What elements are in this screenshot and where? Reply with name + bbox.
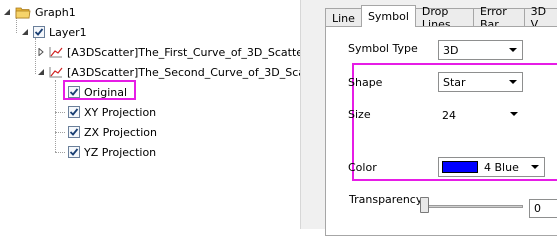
color-value: 4 Blue <box>484 160 519 174</box>
transparency-input[interactable]: 0 <box>529 199 557 218</box>
tree-item-label: Graph1 <box>35 5 76 19</box>
plot-tree-panel: Graph1 Layer1 [A3DScatter]The_First_Curv… <box>0 0 300 229</box>
symbol-type-label: Symbol Type <box>348 42 418 55</box>
size-label: Size <box>348 108 371 121</box>
collapse-arrow-icon[interactable] <box>20 28 29 37</box>
tree-connector <box>55 80 56 152</box>
transparency-slider-thumb[interactable] <box>420 197 429 213</box>
color-swatch <box>442 161 478 173</box>
tree-item-label: Layer1 <box>49 25 87 39</box>
color-dropdown[interactable]: 4 Blue <box>438 157 545 177</box>
tree-connector <box>55 132 65 133</box>
tree-item-layer[interactable]: Layer1 <box>20 24 87 40</box>
xy-projection-checkbox[interactable] <box>68 106 80 118</box>
chevron-down-icon <box>509 48 517 52</box>
tab-drop-lines[interactable]: Drop Lines <box>414 5 474 31</box>
expand-arrow-icon[interactable] <box>36 48 45 57</box>
curve-plot-icon <box>49 46 63 58</box>
collapse-arrow-icon[interactable] <box>2 8 11 17</box>
zx-projection-checkbox[interactable] <box>68 126 80 138</box>
transparency-label: Transparency <box>349 193 423 206</box>
chevron-down-icon <box>531 165 539 169</box>
symbol-type-value: 3D <box>443 43 459 57</box>
chevron-down-icon <box>510 112 518 116</box>
panel-splitter[interactable] <box>300 0 317 229</box>
tree-item-label: YZ Projection <box>84 145 157 159</box>
tree-item-label: [A3DScatter]The_Second_Curve_of_3D_Scatt… <box>67 65 300 79</box>
chevron-down-icon <box>509 80 517 84</box>
tree-item-curve[interactable]: [A3DScatter]The_Second_Curve_of_3D_Scatt… <box>36 64 300 80</box>
shape-label: Shape <box>348 76 383 89</box>
highlight-box <box>63 80 136 100</box>
plot-details-panel: Line Symbol Drop Lines Error Bar 3D V Sy… <box>317 0 557 236</box>
tab-line[interactable]: Line <box>325 8 362 27</box>
tab-symbol[interactable]: Symbol <box>360 5 416 27</box>
size-combo[interactable]: 24 <box>438 105 523 125</box>
folder-icon <box>15 6 31 19</box>
tab-3d-vector[interactable]: 3D V <box>523 5 557 31</box>
tree-item-label: [A3DScatter]The_First_Curve_of_3D_Scatte… <box>67 45 300 59</box>
tree-item-label: XY Projection <box>84 105 157 119</box>
shape-value: Star <box>443 75 466 89</box>
shape-dropdown[interactable]: Star <box>438 72 523 92</box>
tab-bar: Line Symbol Drop Lines Error Bar 3D V <box>325 5 557 31</box>
collapse-arrow-icon[interactable] <box>36 68 45 77</box>
layer-checkbox[interactable] <box>33 26 45 38</box>
transparency-slider-track[interactable] <box>423 205 523 208</box>
tree-item-yz-projection[interactable]: YZ Projection <box>68 144 156 160</box>
curve-plot-icon <box>49 66 63 78</box>
tree-item-label: ZX Projection <box>84 125 157 139</box>
tree-item-zx-projection[interactable]: ZX Projection <box>68 124 157 140</box>
size-value: 24 <box>442 108 456 122</box>
tree-item-xy-projection[interactable]: XY Projection <box>68 104 156 120</box>
tree-item-graph[interactable]: Graph1 <box>2 4 76 20</box>
tree-item-curve[interactable]: [A3DScatter]The_First_Curve_of_3D_Scatte… <box>36 44 300 60</box>
tree-connector <box>55 152 65 153</box>
yz-projection-checkbox[interactable] <box>68 146 80 158</box>
tree-connector <box>55 112 65 113</box>
tab-error-bar[interactable]: Error Bar <box>472 5 525 31</box>
color-label: Color <box>348 161 377 174</box>
symbol-type-dropdown[interactable]: 3D <box>438 40 523 60</box>
